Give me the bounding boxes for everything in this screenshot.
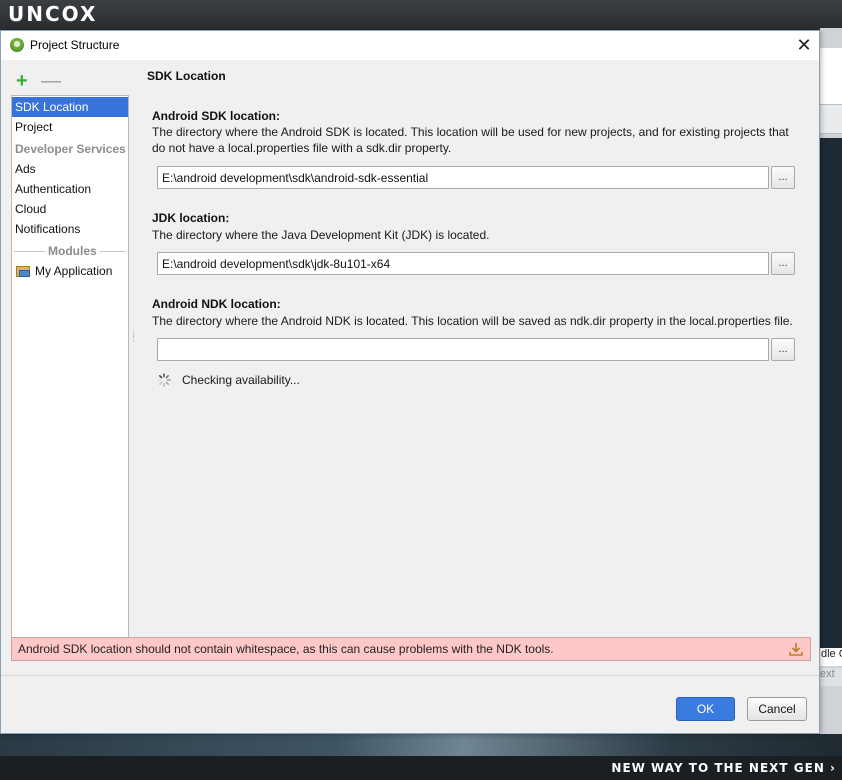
jdk-browse-button[interactable]: ... — [771, 252, 795, 275]
remove-icon[interactable]: — — [41, 71, 61, 91]
sdk-browse-button[interactable]: ... — [771, 166, 795, 189]
ndk-browse-button[interactable]: ... — [771, 338, 795, 361]
background-panel — [820, 48, 842, 108]
sidebar-item-notifications[interactable]: Notifications — [12, 219, 128, 239]
download-icon[interactable] — [788, 641, 804, 657]
sidebar-section-modules: Modules — [14, 241, 126, 261]
site-logo: UNCOX — [8, 2, 98, 26]
ok-button[interactable]: OK — [676, 697, 735, 721]
sidebar-item-ads[interactable]: Ads — [12, 159, 128, 179]
sidebar-item-label: My Application — [35, 264, 113, 278]
background-top-bar: UNCOX — [0, 0, 842, 28]
background-peek-text: ext — [820, 668, 842, 686]
dialog-titlebar[interactable]: Project Structure ✕ — [1, 31, 819, 60]
modules-header: Modules — [45, 243, 100, 259]
error-banner: Android SDK location should not contain … — [11, 637, 811, 661]
background-toolbar — [820, 104, 842, 134]
jdk-location-label: JDK location: — [152, 211, 230, 225]
error-message: Android SDK location should not contain … — [18, 642, 554, 656]
footer-divider — [1, 675, 819, 676]
background-editor — [820, 138, 842, 658]
jdk-location-description: The directory where the Java Development… — [152, 228, 490, 242]
ndk-status-text: Checking availability... — [182, 373, 300, 387]
sdk-location-input[interactable] — [157, 166, 769, 189]
sidebar-section-developer-services: Developer Services — [15, 142, 126, 156]
close-button[interactable]: ✕ — [793, 34, 815, 56]
cancel-button[interactable]: Cancel — [747, 697, 807, 721]
ndk-location-label: Android NDK location: — [152, 297, 281, 311]
android-studio-icon — [10, 38, 24, 52]
jdk-location-input[interactable] — [157, 252, 769, 275]
sidebar-list: SDK Location Project Developer Services … — [11, 95, 129, 660]
sidebar-item-sdk-location[interactable]: SDK Location — [12, 97, 128, 117]
background-peek-text: dle G — [820, 648, 842, 666]
page-title: SDK Location — [147, 69, 226, 83]
sidebar-item-my-application[interactable]: My Application — [12, 261, 128, 281]
add-icon[interactable]: + — [16, 71, 28, 91]
module-folder-icon — [16, 265, 30, 277]
dialog-title: Project Structure — [30, 38, 120, 52]
site-tagline: NEW WAY TO THE NEXT GEN › — [611, 761, 836, 775]
ndk-location-description: The directory where the Android NDK is l… — [152, 314, 793, 328]
background-bottom-bar: NEW WAY TO THE NEXT GEN › — [0, 734, 842, 780]
sidebar-item-authentication[interactable]: Authentication — [12, 179, 128, 199]
sidebar-item-project[interactable]: Project — [12, 117, 128, 137]
loading-spinner-icon — [157, 373, 171, 387]
folder-front-shape — [19, 270, 30, 277]
project-structure-dialog: Project Structure ✕ + — SDK Location Pro… — [0, 30, 820, 734]
sdk-location-description: The directory where the Android SDK is l… — [152, 125, 789, 155]
ndk-location-input[interactable] — [157, 338, 769, 361]
sidebar-item-cloud[interactable]: Cloud — [12, 199, 128, 219]
panel-splitter-handle[interactable]: ⋮ ⋮ — [129, 329, 138, 355]
sdk-location-label: Android SDK location: — [152, 109, 280, 123]
background-ide-window: dle G ext — [820, 28, 842, 758]
